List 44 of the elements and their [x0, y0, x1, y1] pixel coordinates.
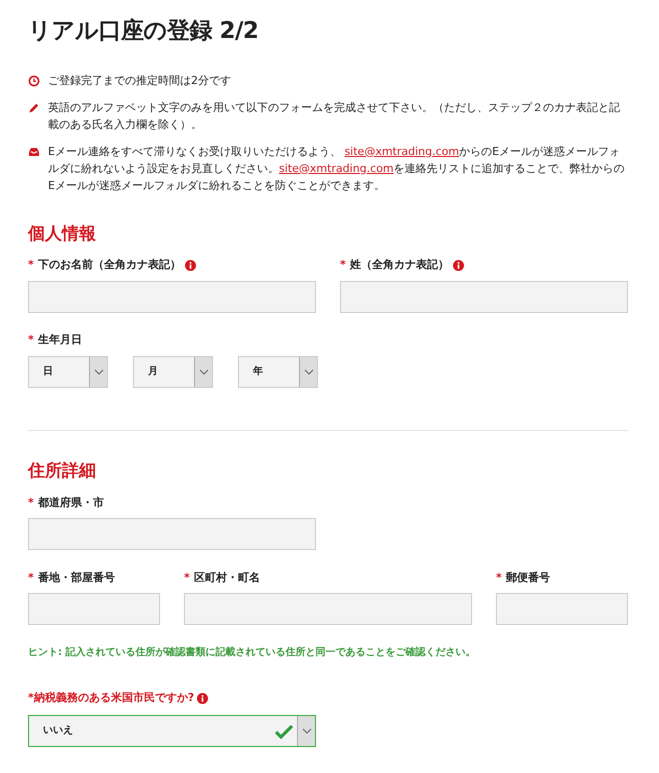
required-mark: * — [28, 494, 34, 511]
text-field[interactable] — [340, 280, 628, 313]
field-label: 郵便番号 — [506, 570, 550, 586]
field-label: 区町村・町名 — [194, 570, 260, 586]
notice-text: ご登録完了までの推定時間は2分です — [48, 72, 231, 89]
select-field[interactable]: 月 — [133, 356, 213, 388]
pencil-icon — [28, 102, 40, 114]
select-field[interactable]: 年 — [238, 356, 318, 388]
text-field[interactable] — [28, 518, 316, 550]
text-field[interactable] — [28, 280, 316, 313]
caret-icon — [198, 368, 208, 375]
field-label: 都道府県・市 — [38, 494, 104, 511]
email-link[interactable]: site@xmtrading.com — [344, 144, 460, 158]
page-title: リアル口座の登録 2/2 — [28, 18, 260, 46]
required-mark: * — [28, 257, 34, 274]
info-icon[interactable] — [184, 260, 196, 271]
info-icon[interactable] — [452, 260, 464, 271]
notice-text: Eメール連絡をすべて滞りなくお受け取りいただけるよう、 site@xmtrading.comからのEメールが迷惑メールフォルダに紛れないよう設定をお見直しください。site@xmtrading.comを連絡先リストに追加することで、弊社からのEメールが迷惑メールフォルダに紛れることを防ぐことができます。 — [48, 144, 626, 194]
select-field[interactable]: 日 — [28, 356, 108, 388]
clock-icon — [28, 74, 40, 87]
email-link[interactable]: site@xmtrading.com — [279, 162, 394, 175]
field-label: 番地・部屋番号 — [38, 570, 115, 586]
section-heading: 住所詳細 — [28, 460, 97, 482]
field-label: 生年月日 — [38, 332, 82, 348]
text-field[interactable] — [28, 593, 160, 626]
required-mark: * — [28, 332, 34, 348]
required-mark: * — [184, 570, 190, 586]
notice-text: 英語のアルファベット文字のみを用いて以下のフォームを完成させて下さい。（ただし、ステップ２のカナ表記と記載のある氏名入力欄を除く）。 — [48, 100, 621, 133]
caret-icon — [302, 728, 312, 734]
required-mark: * — [340, 257, 346, 274]
section-heading: 個人情報 — [28, 224, 97, 244]
field-label: 下のお名前（全角カナ表記） — [38, 257, 181, 274]
required-mark: * — [496, 570, 502, 586]
caret-icon — [94, 368, 104, 375]
required-mark: * — [28, 570, 34, 586]
hint-text: ヒント: 記入されている住所が確認書類に記載されている住所と同一であることをご確認ください。 — [28, 646, 476, 660]
text-field[interactable] — [496, 593, 628, 626]
info-icon[interactable] — [197, 693, 208, 704]
caret-icon — [304, 368, 314, 375]
question-label: *納税義務のある米国市民ですか? — [28, 690, 194, 706]
select-field[interactable]: いいえ — [28, 714, 316, 747]
text-field[interactable] — [184, 593, 472, 626]
inbox-icon — [28, 146, 40, 158]
field-label: 姓（全角カナ表記） — [350, 257, 449, 274]
